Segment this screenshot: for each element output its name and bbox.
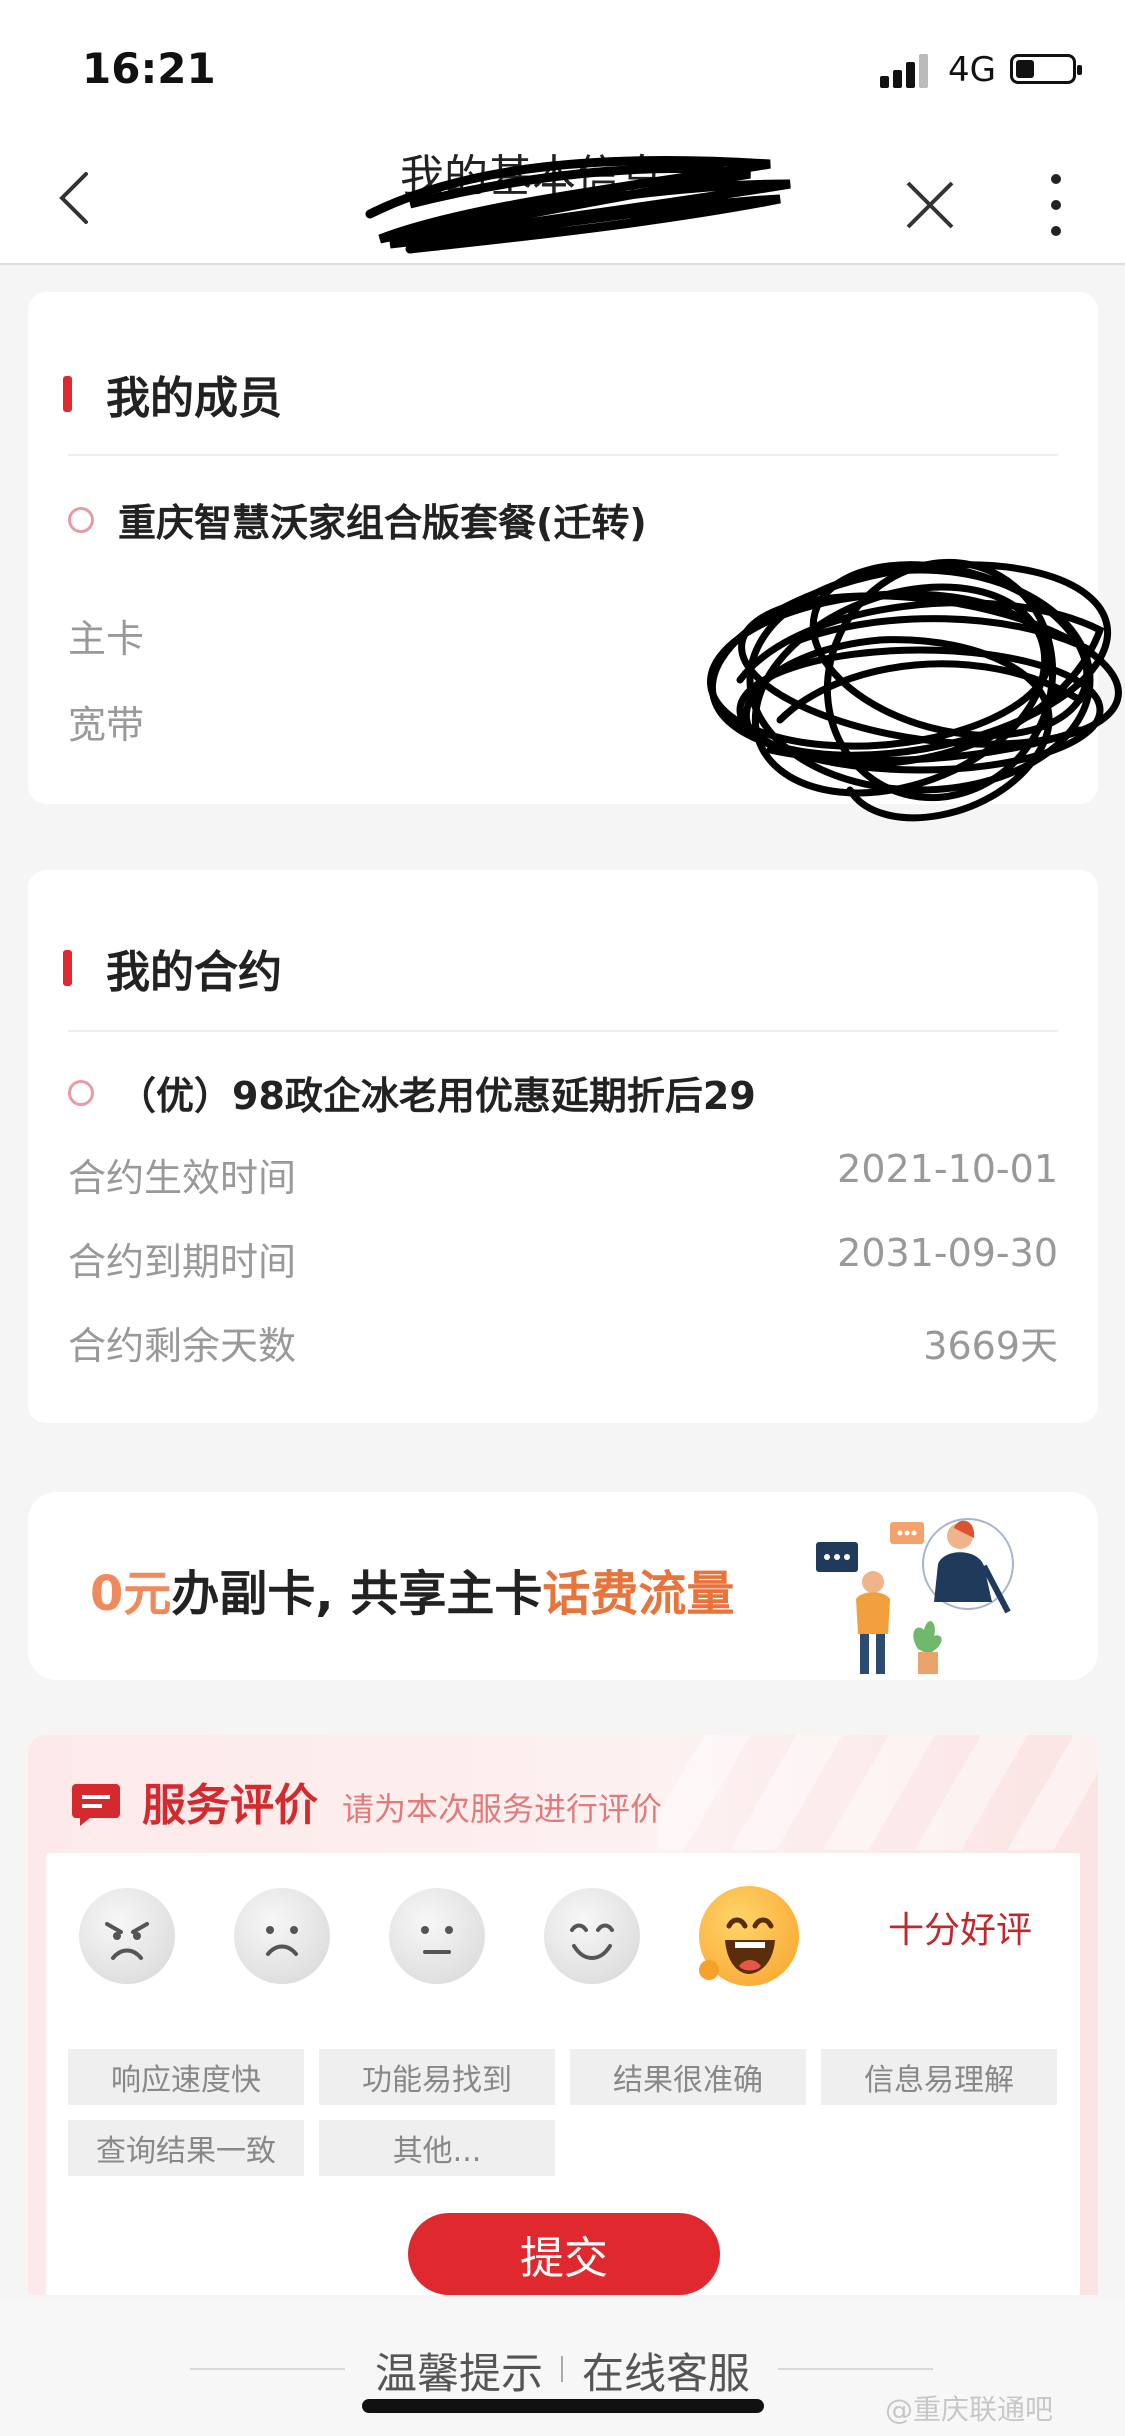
close-icon[interactable] — [900, 175, 960, 235]
divider — [68, 1030, 1058, 1032]
promo-text: 0元办副卡, 共享主卡话费流量 — [90, 1554, 734, 1624]
contract-item: （优）98政企冰老用优惠延期折后29 — [68, 1065, 756, 1120]
divider — [778, 2368, 933, 2370]
chevron-left-icon[interactable] — [48, 168, 108, 228]
feedback-tag[interactable]: 功能易找到 — [319, 2049, 555, 2105]
bullet-ring-icon — [68, 506, 94, 533]
contract-name: （优）98政企冰老用优惠延期折后29 — [118, 1074, 756, 1118]
unsatisfied-face-icon[interactable] — [234, 1888, 330, 1984]
bullet-ring-icon — [68, 1079, 94, 1106]
feedback-tag[interactable]: 信息易理解 — [821, 2049, 1057, 2105]
status-bar: 16:21 4G — [0, 0, 1125, 130]
rating-subtitle: 请为本次服务进行评价 — [342, 1790, 663, 1828]
feedback-tag[interactable]: 响应速度快 — [68, 2049, 304, 2105]
divider — [190, 2368, 345, 2370]
neutral-face-icon[interactable] — [389, 1888, 485, 1984]
member-label: 宽带 — [68, 703, 145, 747]
rating-body: 十分好评 响应速度快 功能易找到 结果很准确 信息易理解 查询结果一致 其他..… — [46, 1853, 1080, 2295]
submit-button[interactable]: 提交 — [408, 2213, 720, 2295]
contract-row: 合约生效时间 2021-10-01 — [68, 1147, 1058, 1202]
promo-banner[interactable]: 0元办副卡, 共享主卡话费流量 — [28, 1492, 1098, 1680]
online-service-link[interactable]: 在线客服 — [582, 2340, 750, 2401]
promo-illustration-icon — [816, 1518, 1014, 1674]
rating-header: 服务评价 请为本次服务进行评价 — [72, 1769, 662, 1833]
contract-row: 合约剩余天数 3669天 — [68, 1315, 1058, 1370]
contract-row: 合约到期时间 2031-09-30 — [68, 1231, 1058, 1286]
contract-header: 我的合约 — [63, 936, 282, 1000]
promo-main: 办副卡, 共享主卡 — [171, 1566, 543, 1622]
section-marker — [63, 376, 72, 412]
members-title: 我的成员 — [106, 373, 282, 424]
more-vertical-icon[interactable] — [1046, 174, 1066, 238]
members-header: 我的成员 — [63, 362, 282, 426]
promo-highlight: 话费流量 — [542, 1566, 735, 1622]
contract-value: 2021-10-01 — [837, 1147, 1058, 1191]
member-label: 主卡 — [68, 617, 145, 661]
network-type: 4G — [948, 50, 996, 90]
section-marker — [63, 950, 72, 986]
feedback-tag[interactable]: 查询结果一致 — [68, 2120, 304, 2176]
satisfied-face-icon[interactable] — [544, 1888, 640, 1984]
contract-card: 我的合约 （优）98政企冰老用优惠延期折后29 合约生效时间 2021-10-0… — [28, 870, 1098, 1423]
rating-title: 服务评价 — [142, 1780, 318, 1831]
contract-value: 2031-09-30 — [837, 1231, 1058, 1275]
feedback-tag[interactable]: 结果很准确 — [570, 2049, 806, 2105]
tips-link[interactable]: 温馨提示 — [375, 2340, 543, 2401]
divider — [561, 2356, 563, 2382]
plan-name: 重庆智慧沃家组合版套餐(迁转) — [118, 501, 647, 545]
decorative-stripes — [658, 1735, 1098, 1850]
rating-result-label: 十分好评 — [888, 1910, 1033, 1951]
signal-icon — [880, 48, 932, 88]
status-time: 16:21 — [82, 44, 216, 93]
feedback-tag[interactable]: 其他... — [319, 2120, 555, 2176]
promo-highlight: 0元 — [90, 1566, 172, 1622]
very-satisfied-face-icon[interactable] — [699, 1886, 799, 1986]
contract-label: 合约到期时间 — [68, 1240, 297, 1284]
redaction-scribble — [707, 558, 1122, 822]
plan-item: 重庆智慧沃家组合版套餐(迁转) — [68, 492, 647, 547]
redaction-scribble — [365, 156, 791, 254]
contract-value: 3669天 — [923, 1324, 1058, 1368]
contract-label: 合约生效时间 — [68, 1156, 297, 1200]
battery-icon — [1010, 54, 1082, 84]
divider — [68, 454, 1058, 456]
contract-label: 合约剩余天数 — [68, 1324, 297, 1368]
chat-bubble-icon — [72, 1784, 120, 1826]
nav-bar: 我的基本信息 — [0, 130, 1125, 265]
service-rating-panel: 服务评价 请为本次服务进行评价 十分好评 响应速度快 功能易找到 结果很准确 信… — [28, 1735, 1098, 2295]
home-indicator[interactable] — [362, 2399, 764, 2413]
contract-title: 我的合约 — [106, 947, 282, 998]
watermark: @重庆联通吧 — [885, 2393, 1054, 2426]
very-unsatisfied-face-icon[interactable] — [79, 1888, 175, 1984]
